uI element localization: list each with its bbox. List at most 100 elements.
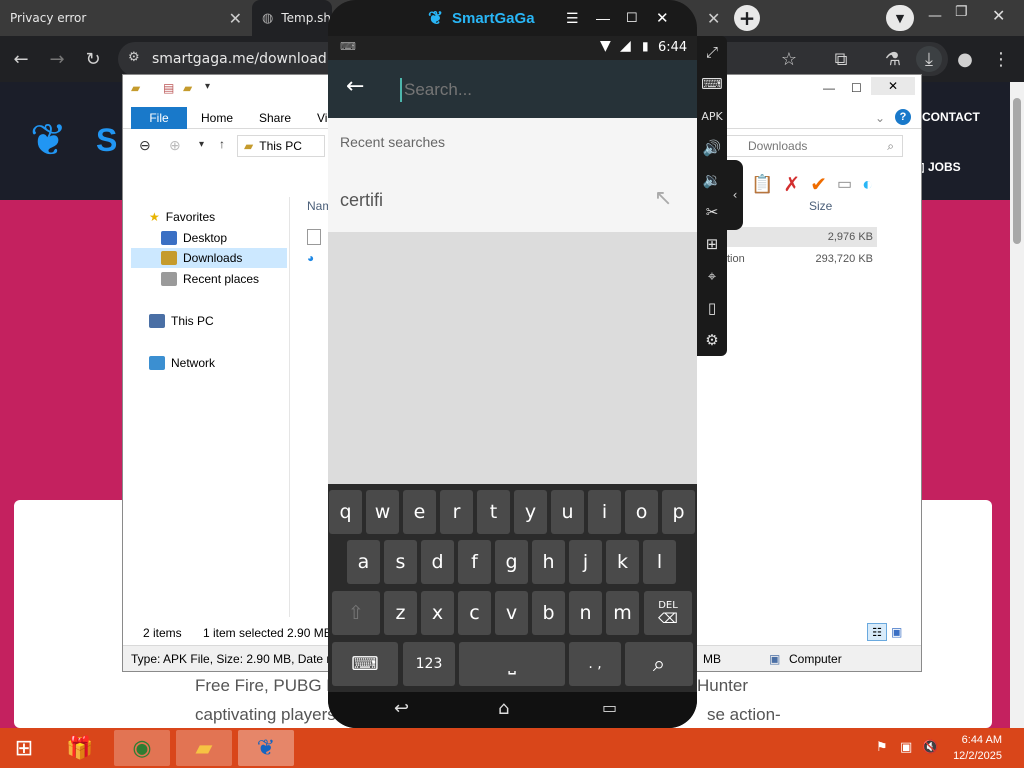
rename-icon[interactable]: ▭ [837,174,852,194]
emulator-maximize-button[interactable]: ☐ [626,10,638,26]
recent-search-item[interactable]: certifi ↖ [328,174,697,224]
key-n[interactable]: n [569,591,602,635]
explorer-search-box[interactable]: Downloads ⌕ [723,135,903,157]
emulator-minimize-button[interactable]: — [596,10,610,26]
minimize-button[interactable]: — [928,8,942,24]
settings-gear-icon[interactable]: ⚙ [700,328,724,352]
close-window-button[interactable]: ✕ [992,6,1005,25]
explorer-maximize-button[interactable]: ☐ [851,81,862,95]
keymapping-icon[interactable]: ⌨ [700,72,724,96]
nav-back-icon[interactable]: ↩ [394,698,409,719]
back-arrow-icon[interactable]: ← [346,74,364,99]
space-key[interactable]: ⎵ [459,642,565,686]
key-e[interactable]: e [403,490,436,534]
multi-instance-icon[interactable]: ⊞ [700,232,724,256]
key-m[interactable]: m [606,591,639,635]
delete-key[interactable]: DEL ⌫ [644,591,692,635]
nav-jobs[interactable]: ▯ JOBS [918,160,961,174]
key-u[interactable]: u [551,490,584,534]
key-l[interactable]: l [643,540,676,584]
key-s[interactable]: s [384,540,417,584]
key-a[interactable]: a [347,540,380,584]
location-icon[interactable]: ⌖ [700,264,724,288]
breadcrumb[interactable]: ▰ This PC [237,135,325,157]
key-q[interactable]: q [329,490,362,534]
search-key[interactable]: ⌕ [625,642,693,686]
numbers-key[interactable]: 123 [403,642,455,686]
help-icon[interactable]: ? [895,109,911,125]
screenshot-scissors-icon[interactable]: ✂ [700,200,724,224]
action-center-flag-icon[interactable]: ⚑ [876,740,888,755]
key-f[interactable]: f [458,540,491,584]
tab-temp-sh[interactable]: ◍ Temp.sh [252,0,332,36]
shake-icon[interactable]: ▯ [700,296,724,320]
new-tab-button[interactable]: + [734,5,760,31]
back-arrow-icon[interactable]: ← [8,46,34,72]
explorer-close-button[interactable]: ✕ [871,77,915,95]
nav-recents-icon[interactable]: ▭ [602,698,617,717]
network-tray-icon[interactable]: ▣ [900,740,912,755]
bookmark-star-icon[interactable]: ☆ [776,46,802,72]
nav-downloads[interactable]: Downloads [131,248,287,268]
volume-down-icon[interactable]: 🔉 [700,168,724,192]
key-k[interactable]: k [606,540,639,584]
menu-kebab-icon[interactable]: ⋮ [988,46,1014,72]
taskbar-clock[interactable]: 6:44 AM 12/2/2025 [953,732,1002,764]
ribbon-share-tab[interactable]: Share [259,111,291,125]
emulator-close-button[interactable]: ✕ [656,9,669,27]
properties-icon[interactable]: ▤ [163,81,174,95]
taskbar-app-1[interactable]: 🎁 [52,730,108,766]
start-button[interactable]: ⊞ [0,730,48,766]
key-o[interactable]: o [625,490,658,534]
tab-search-button[interactable]: ▼ [886,5,914,31]
key-j[interactable]: j [569,540,602,584]
forward-arrow-icon[interactable]: → [44,46,70,72]
nav-home-icon[interactable]: ⌂ [498,698,509,719]
key-b[interactable]: b [532,591,565,635]
nav-recent-places[interactable]: Recent places [161,269,259,289]
site-info-icon[interactable]: ⚙ [128,50,140,65]
key-p[interactable]: p [662,490,695,534]
reload-icon[interactable]: ↻ [80,46,106,72]
up-arrow-icon[interactable]: ↑ [219,137,225,151]
download-icon[interactable]: ⤓ [916,46,942,72]
nav-contact[interactable]: CONTACT [922,110,980,124]
fullscreen-icon[interactable]: ⤢ [700,40,724,64]
shell-icon[interactable]: ◐ [862,174,873,195]
ribbon-expand-icon[interactable]: ⌄ [875,111,885,125]
clipboard-icon[interactable]: 📋 [751,174,773,195]
volume-up-icon[interactable]: 🔊 [700,136,724,160]
close-tab-icon[interactable]: ✕ [229,9,242,28]
ribbon-view-tab[interactable]: Vi [317,111,327,125]
details-view-icon[interactable]: ☷ [867,623,887,641]
new-folder-icon[interactable]: ▰ [183,81,192,95]
tab-privacy-error[interactable]: Privacy error ✕ [0,0,252,36]
explorer-forward-icon[interactable]: ⊕ [169,137,181,154]
profile-icon[interactable]: ● [952,46,978,72]
page-scrollbar-thumb[interactable] [1013,98,1021,244]
recent-locations-icon[interactable]: ▾ [199,139,204,150]
key-z[interactable]: z [384,591,417,635]
taskbar-smartgaga[interactable]: ❦ [238,730,294,766]
key-g[interactable]: g [495,540,528,584]
keyboard-settings-key[interactable]: ⌨ [332,642,398,686]
fill-query-arrow-icon[interactable]: ↖ [654,186,672,211]
key-i[interactable]: i [588,490,621,534]
column-size[interactable]: Size [809,199,832,213]
apk-install-icon[interactable]: APK [700,104,724,128]
nav-this-pc[interactable]: This PC [149,311,214,331]
volume-muted-icon[interactable]: 🔇 [922,740,938,755]
punctuation-key[interactable]: . , [569,642,621,686]
emulator-menu-icon[interactable]: ☰ [566,10,579,27]
key-d[interactable]: d [421,540,454,584]
key-v[interactable]: v [495,591,528,635]
labs-flask-icon[interactable]: ⚗ [880,46,906,72]
shift-key[interactable]: ⇧ [332,591,380,635]
nav-network[interactable]: Network [149,353,215,373]
nav-favorites[interactable]: ★ Favorites [149,207,215,227]
taskbar-chrome[interactable]: ◉ [114,730,170,766]
ribbon-file-tab[interactable]: File [131,107,187,129]
key-x[interactable]: x [421,591,454,635]
extensions-icon[interactable]: ⧉ [828,46,854,72]
key-t[interactable]: t [477,490,510,534]
